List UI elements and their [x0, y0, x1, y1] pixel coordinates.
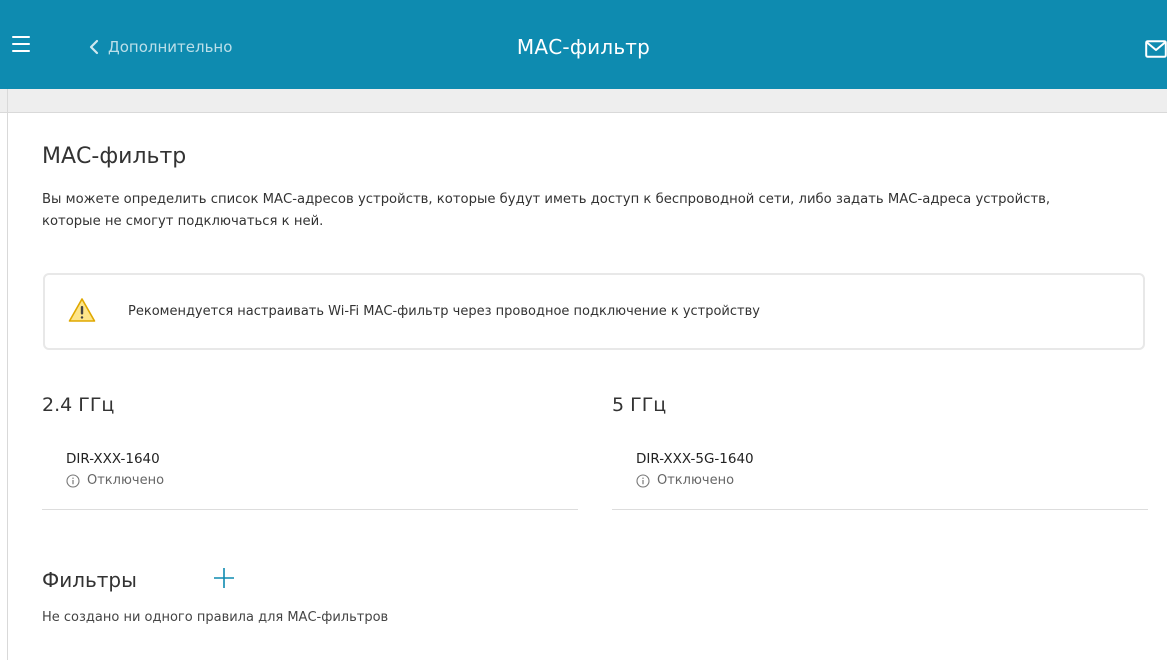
page-description: Вы можете определить список МАС-адресов … — [42, 192, 1051, 229]
band-5-title: 5 ГГц — [612, 394, 667, 416]
plus-icon — [214, 568, 234, 588]
filters-title: Фильтры — [42, 568, 137, 592]
band-2-4-title: 2.4 ГГц — [42, 394, 115, 416]
band-5-status-text: Отключено — [657, 473, 735, 488]
info-icon — [636, 473, 650, 488]
warning-notice: Рекомендуется настраивать Wi-Fi МАС-филь… — [43, 273, 1145, 350]
add-filter-button[interactable] — [213, 567, 235, 589]
band-5-status: Отключено — [636, 473, 734, 488]
band-2-4-status: Отключено — [66, 473, 164, 488]
band-2-4-ssid[interactable]: DIR-XXX-1640 — [66, 451, 160, 467]
band-5-divider — [612, 509, 1148, 510]
band-2-4-divider — [42, 509, 578, 510]
main-content: МАС-фильтр Вы можете определить список М… — [8, 113, 1167, 660]
info-icon — [66, 473, 80, 488]
filters-empty-note: Не создано ни одного правила для МАС-фил… — [42, 610, 389, 625]
band-2-4-status-text: Отключено — [87, 473, 165, 488]
header-shadow — [0, 89, 1167, 113]
top-bar: Дополнительно МАС-фильтр — [0, 0, 1167, 89]
band-5-ssid[interactable]: DIR-XXX-5G-1640 — [636, 451, 754, 467]
header-title: МАС-фильтр — [516, 35, 651, 59]
mail-icon[interactable] — [1145, 40, 1167, 58]
warning-triangle-icon — [68, 298, 96, 322]
page-title: МАС-фильтр — [42, 144, 187, 169]
warning-text: Рекомендуется настраивать Wi-Fi МАС-филь… — [128, 304, 760, 319]
